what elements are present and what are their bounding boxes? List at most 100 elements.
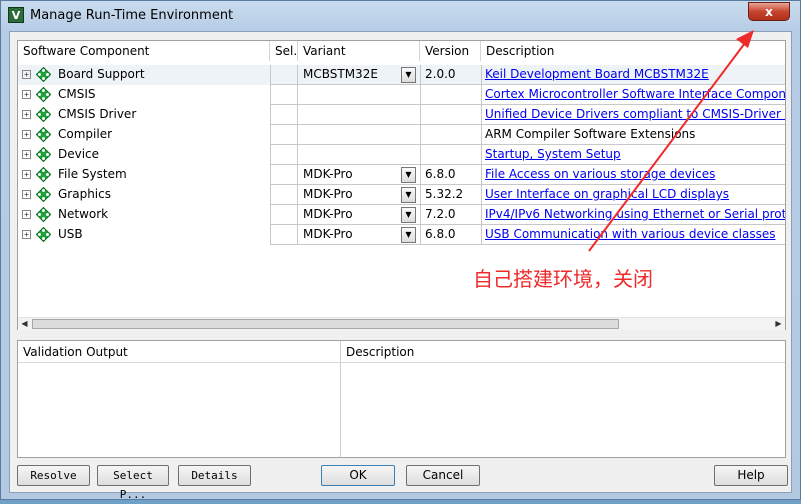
version-cell: 2.0.0 <box>420 65 481 85</box>
component-name: Graphics <box>58 187 111 201</box>
table-row[interactable]: + CMSIS Cortex Microcontroller Software In… <box>18 85 785 105</box>
sel-cell[interactable] <box>270 165 298 185</box>
select-packs-button[interactable]: Select P... <box>97 465 169 501</box>
component-cell[interactable]: + Network <box>18 205 270 225</box>
description-link[interactable]: Startup, System Setup <box>481 145 785 165</box>
table-row[interactable]: + CMSIS Driver Unified Device Drivers comp… <box>18 105 785 125</box>
manage-rte-window: V Manage Run-Time Environment x Software… <box>0 0 801 501</box>
description-link[interactable]: File Access on various storage devices <box>481 165 785 185</box>
details-button[interactable]: Details <box>178 465 251 486</box>
variant-cell <box>298 85 420 105</box>
horizontal-scrollbar[interactable]: ◀ ▶ <box>18 317 785 330</box>
component-cell[interactable]: + CMSIS <box>18 85 270 105</box>
table-row[interactable]: + Board Support MCBSTM32E ▼ 2.0.0 Keil Develo… <box>18 65 785 85</box>
description-link[interactable]: Keil Development Board MCBSTM32E <box>481 65 785 85</box>
title-bar[interactable]: V Manage Run-Time Environment x <box>1 1 800 31</box>
components-grid: Software Component Sel. Variant Version … <box>17 40 786 330</box>
component-cell[interactable]: + CMSIS Driver <box>18 105 270 125</box>
expand-icon[interactable]: + <box>22 110 31 119</box>
expand-icon[interactable]: + <box>22 190 31 199</box>
variant-dropdown-icon[interactable]: ▼ <box>401 187 416 203</box>
component-gem-icon <box>35 206 52 223</box>
variant-value: MDK-Pro <box>303 167 353 181</box>
expand-icon[interactable]: + <box>22 230 31 239</box>
component-gem-icon <box>35 86 52 103</box>
expand-icon[interactable]: + <box>22 210 31 219</box>
expand-icon[interactable]: + <box>22 130 31 139</box>
description-link[interactable]: USB Communication with various device cl… <box>481 225 785 245</box>
scroll-left-icon[interactable]: ◀ <box>18 318 31 330</box>
expand-icon[interactable]: + <box>22 90 31 99</box>
component-cell[interactable]: + Device <box>18 145 270 165</box>
version-cell: 6.8.0 <box>420 165 481 185</box>
expand-icon[interactable]: + <box>22 150 31 159</box>
component-gem-icon <box>35 66 52 83</box>
table-row[interactable]: + File System MDK-Pro ▼ 6.8.0 File Access on … <box>18 165 785 185</box>
table-row[interactable]: + Device Startup, System Setup <box>18 145 785 165</box>
description-link[interactable]: Cortex Microcontroller Software Interfac… <box>481 85 785 105</box>
description-link[interactable]: User Interface on graphical LCD displays <box>481 185 785 205</box>
variant-dropdown-icon[interactable]: ▼ <box>401 167 416 183</box>
scroll-thumb[interactable] <box>32 319 619 329</box>
variant-dropdown-icon[interactable]: ▼ <box>401 227 416 243</box>
component-name: CMSIS Driver <box>58 107 137 121</box>
close-button[interactable]: x <box>748 2 790 21</box>
sel-cell[interactable] <box>270 125 298 145</box>
component-gem-icon <box>35 106 52 123</box>
sel-cell[interactable] <box>270 85 298 105</box>
version-cell <box>420 145 481 165</box>
expand-icon[interactable]: + <box>22 70 31 79</box>
header-sel[interactable]: Sel. <box>270 41 298 61</box>
component-name: USB <box>58 227 83 241</box>
dialog-client-area: Software Component Sel. Variant Version … <box>9 31 792 501</box>
sel-cell[interactable] <box>270 65 298 85</box>
scroll-right-icon[interactable]: ▶ <box>772 318 785 330</box>
sel-cell[interactable] <box>270 205 298 225</box>
component-cell[interactable]: + Graphics <box>18 185 270 205</box>
description-link[interactable]: IPv4/IPv6 Networking using Ethernet or S… <box>481 205 785 225</box>
component-cell[interactable]: + USB <box>18 225 270 245</box>
table-row[interactable]: + USB MDK-Pro ▼ 6.8.0 USB Communication with … <box>18 225 785 245</box>
header-variant[interactable]: Variant <box>298 41 420 61</box>
version-cell <box>420 125 481 145</box>
component-name: File System <box>58 167 127 181</box>
annotation-text: 自己搭建环境，关闭 <box>473 267 653 291</box>
version-cell <box>420 105 481 125</box>
resolve-button[interactable]: Resolve <box>17 465 90 486</box>
variant-value: MDK-Pro <box>303 227 353 241</box>
table-row[interactable]: + Compiler ARM Compiler Software Extension… <box>18 125 785 145</box>
close-icon: x <box>765 5 773 19</box>
validation-panel: Validation Output Description <box>17 340 786 458</box>
description-link[interactable]: Unified Device Drivers compliant to CMSI… <box>481 105 785 125</box>
variant-dropdown-icon[interactable]: ▼ <box>401 67 416 83</box>
version-cell: 7.2.0 <box>420 205 481 225</box>
variant-dropdown-icon[interactable]: ▼ <box>401 207 416 223</box>
header-software-component[interactable]: Software Component <box>18 41 270 61</box>
component-name: Network <box>58 207 109 221</box>
window-title: Manage Run-Time Environment <box>30 8 234 23</box>
component-name: CMSIS <box>58 87 96 101</box>
component-gem-icon <box>35 226 52 243</box>
ok-button[interactable]: OK <box>321 465 395 486</box>
header-description[interactable]: Description <box>481 41 785 61</box>
help-button[interactable]: Help <box>714 465 788 486</box>
component-cell[interactable]: + File System <box>18 165 270 185</box>
table-row[interactable]: + Graphics MDK-Pro ▼ 5.32.2 User Interface on… <box>18 185 785 205</box>
version-cell <box>420 85 481 105</box>
sel-cell[interactable] <box>270 185 298 205</box>
sel-cell[interactable] <box>270 105 298 125</box>
cancel-button[interactable]: Cancel <box>406 465 480 486</box>
sel-cell[interactable] <box>270 145 298 165</box>
header-version[interactable]: Version <box>420 41 481 61</box>
expand-icon[interactable]: + <box>22 170 31 179</box>
keil-app-icon: V <box>8 7 24 23</box>
sel-cell[interactable] <box>270 225 298 245</box>
table-row[interactable]: + Network MDK-Pro ▼ 7.2.0 IPv4/IPv6 Networkin… <box>18 205 785 225</box>
component-cell[interactable]: + Compiler <box>18 125 270 145</box>
component-name: Board Support <box>58 67 145 81</box>
variant-cell <box>298 145 420 165</box>
validation-divider <box>340 341 341 457</box>
variant-value: MCBSTM32E <box>303 67 378 81</box>
component-cell[interactable]: + Board Support <box>18 65 270 85</box>
component-gem-icon <box>35 166 52 183</box>
